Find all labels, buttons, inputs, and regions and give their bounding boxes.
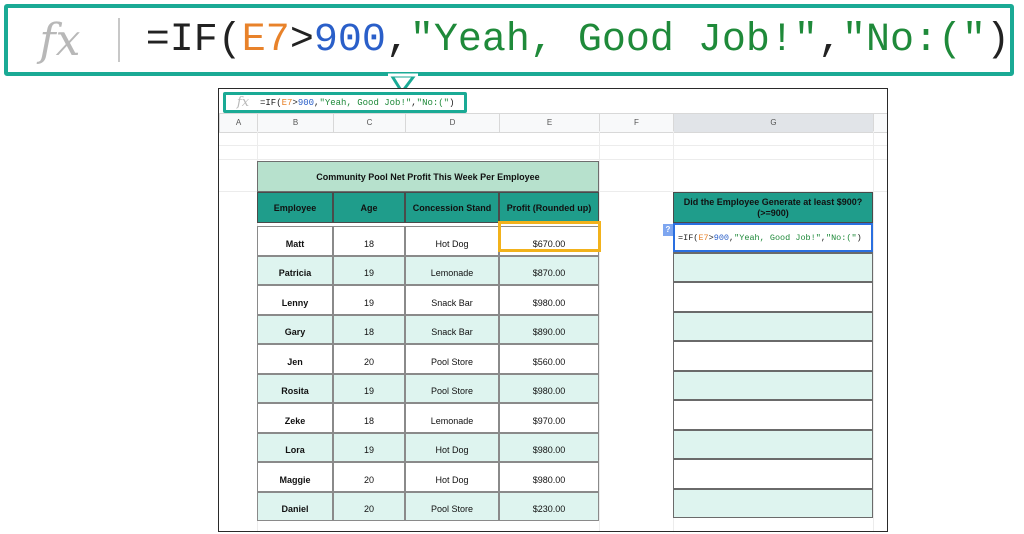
column-header-c[interactable]: C	[333, 114, 405, 132]
formula-true-string: "Yeah, Good Job!"	[319, 97, 412, 108]
result-cell[interactable]	[673, 311, 873, 341]
table-cell[interactable]: 18	[333, 226, 405, 256]
formula-cell-ref: E7	[698, 232, 709, 243]
callout-connector	[388, 73, 418, 95]
table-cell[interactable]: $560.00	[499, 344, 599, 374]
table-cell[interactable]: Jen	[257, 344, 333, 374]
column-header-d[interactable]: D	[405, 114, 499, 132]
column-header-f[interactable]: F	[599, 114, 673, 132]
formula-part: =IF(	[260, 97, 282, 108]
result-cell[interactable]	[673, 282, 873, 312]
formula-bar[interactable]: fx =IF(E7>900,"Yeah, Good Job!","No:(")	[223, 92, 467, 113]
gridline	[599, 131, 600, 531]
table-cell[interactable]: Rosita	[257, 373, 333, 403]
formula-text[interactable]: =IF(E7>900,"Yeah, Good Job!","No:(")	[260, 98, 454, 108]
table-cell[interactable]: $980.00	[499, 373, 599, 403]
gridline	[219, 159, 887, 160]
formula-close-paren: )	[856, 232, 862, 243]
column-header-b[interactable]: B	[257, 114, 333, 132]
header-profit[interactable]: Profit (Rounded up)	[499, 192, 599, 223]
table-cell[interactable]: 20	[333, 462, 405, 492]
formula-cell-ref: E7	[281, 97, 293, 108]
table-cell[interactable]: Snack Bar	[405, 314, 499, 344]
formula-part: =IF(	[678, 232, 699, 243]
active-cell-editor[interactable]: =IF(E7>900,"Yeah, Good Job!","No:(")	[673, 223, 873, 252]
column-header-e[interactable]: E	[499, 114, 599, 132]
table-cell[interactable]: 19	[333, 255, 405, 285]
table-cell[interactable]: 20	[333, 491, 405, 521]
formula-close-paren: )	[449, 97, 455, 108]
gridline	[219, 145, 887, 146]
result-cell[interactable]	[673, 488, 873, 518]
table-cell[interactable]: 18	[333, 314, 405, 344]
table-cell[interactable]: Hot Dog	[405, 462, 499, 492]
editor-formula-text[interactable]: =IF(E7>900,"Yeah, Good Job!","No:(")	[678, 233, 862, 243]
cell-grid[interactable]: Community Pool Net Profit This Week Per …	[219, 131, 887, 531]
result-cell[interactable]	[673, 370, 873, 400]
table-cell[interactable]: $980.00	[499, 285, 599, 315]
table-cell[interactable]: 19	[333, 432, 405, 462]
table-cell[interactable]: Pool Store	[405, 344, 499, 374]
table-cell[interactable]: Matt	[257, 226, 333, 256]
table-cell[interactable]: $870.00	[499, 255, 599, 285]
column-header-row: A B C D E F G	[219, 113, 887, 133]
formula-false-string: "No:("	[825, 232, 857, 243]
column-header-a[interactable]: A	[219, 114, 257, 132]
fx-icon: fx	[236, 95, 250, 110]
table-cell[interactable]: Hot Dog	[405, 432, 499, 462]
table-cell[interactable]: Gary	[257, 314, 333, 344]
gridline	[873, 131, 874, 531]
formula-help-icon[interactable]: ?	[663, 224, 673, 236]
result-cell[interactable]	[673, 341, 873, 371]
referenced-cell-highlight	[498, 221, 601, 252]
table-cell[interactable]: $890.00	[499, 314, 599, 344]
table-cell[interactable]: 20	[333, 344, 405, 374]
formula-true-string: "Yeah, Good Job!"	[734, 232, 821, 243]
table-cell[interactable]: Zeke	[257, 403, 333, 433]
table-cell[interactable]: Daniel	[257, 491, 333, 521]
table-cell[interactable]: Lemonade	[405, 403, 499, 433]
table-cell[interactable]: 19	[333, 285, 405, 315]
table-cell[interactable]: 18	[333, 403, 405, 433]
formula-number: 900	[713, 232, 730, 243]
spreadsheet-window: fx =IF(E7>900,"Yeah, Good Job!","No:(") …	[218, 88, 888, 532]
table-cell[interactable]: Hot Dog	[405, 226, 499, 256]
table-cell[interactable]: Patricia	[257, 255, 333, 285]
header-employee[interactable]: Employee	[257, 192, 333, 223]
result-cell[interactable]	[673, 459, 873, 489]
result-cell[interactable]	[673, 252, 873, 282]
table-cell[interactable]: Lenny	[257, 285, 333, 315]
column-header-h[interactable]	[873, 114, 887, 132]
result-cell[interactable]	[673, 429, 873, 459]
table-cell[interactable]: Lemonade	[405, 255, 499, 285]
header-result[interactable]: Did the Employee Generate at least $900?…	[673, 192, 873, 223]
table-cell[interactable]: $980.00	[499, 432, 599, 462]
column-header-g[interactable]: G	[673, 114, 873, 132]
formula-number: 900	[297, 97, 315, 108]
table-cell[interactable]: $980.00	[499, 462, 599, 492]
table-cell[interactable]: 19	[333, 373, 405, 403]
table-cell[interactable]: $230.00	[499, 491, 599, 521]
table-cell[interactable]: Pool Store	[405, 491, 499, 521]
table-cell[interactable]: $970.00	[499, 403, 599, 433]
header-age[interactable]: Age	[333, 192, 405, 223]
result-cell[interactable]	[673, 400, 873, 430]
table-cell[interactable]: Snack Bar	[405, 285, 499, 315]
header-concession-stand[interactable]: Concession Stand	[405, 192, 499, 223]
table-cell[interactable]: Lora	[257, 432, 333, 462]
table-cell[interactable]: Maggie	[257, 462, 333, 492]
table-title[interactable]: Community Pool Net Profit This Week Per …	[257, 161, 599, 192]
table-cell[interactable]: Pool Store	[405, 373, 499, 403]
formula-false-string: "No:("	[416, 97, 450, 108]
